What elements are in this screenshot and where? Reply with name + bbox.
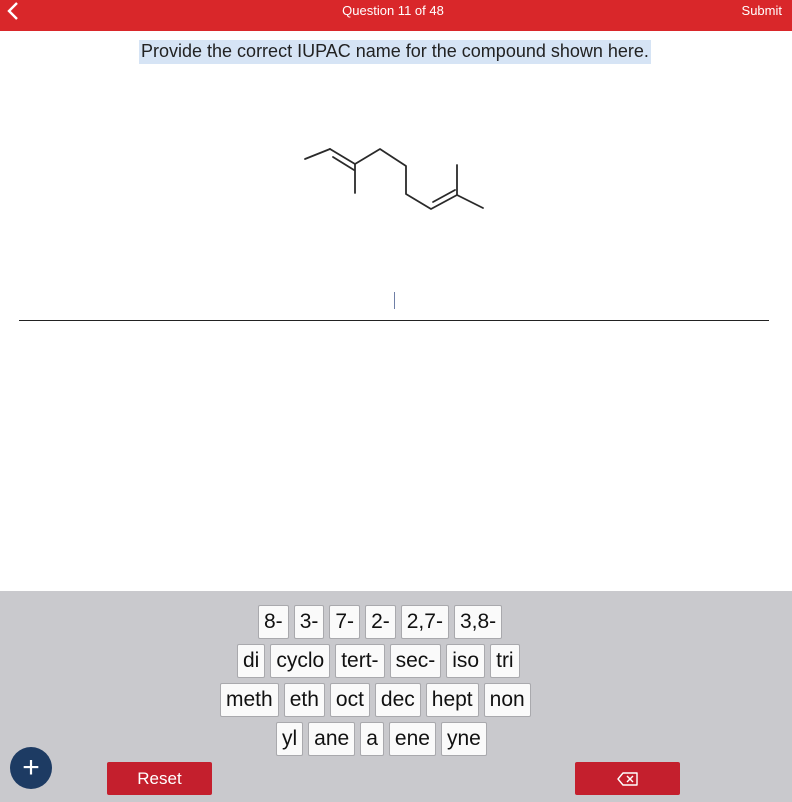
- delete-button[interactable]: [575, 762, 680, 795]
- skeletal-bond: [456, 194, 484, 209]
- key-8[interactable]: 8-: [258, 605, 289, 639]
- backspace-icon: [616, 771, 638, 786]
- skeletal-bond: [354, 148, 458, 210]
- key-oct[interactable]: oct: [329, 683, 370, 717]
- skeletal-double-bond: [432, 189, 456, 203]
- key-a[interactable]: a: [360, 722, 384, 756]
- key-3-8[interactable]: 3,8-: [453, 605, 503, 639]
- add-button[interactable]: +: [10, 747, 52, 789]
- key-row-1: 8- 3- 7- 2- 2,7- 3,8-: [258, 605, 503, 639]
- key-yne[interactable]: yne: [440, 722, 487, 756]
- key-2-7[interactable]: 2,7-: [400, 605, 449, 639]
- key-eth[interactable]: eth: [283, 683, 325, 717]
- text-cursor: [394, 292, 395, 309]
- skeletal-bond: [304, 148, 331, 160]
- plus-icon: +: [22, 751, 40, 784]
- key-iso[interactable]: iso: [446, 644, 486, 678]
- reset-button[interactable]: Reset: [107, 762, 212, 795]
- key-dec[interactable]: dec: [374, 683, 421, 717]
- key-row-2: di cyclo tert- sec- iso tri: [237, 644, 520, 678]
- key-ane[interactable]: ane: [308, 722, 356, 756]
- answer-line: [19, 320, 769, 321]
- key-ene[interactable]: ene: [388, 722, 436, 756]
- key-2[interactable]: 2-: [365, 605, 396, 639]
- key-meth[interactable]: meth: [220, 683, 279, 717]
- key-7[interactable]: 7-: [329, 605, 361, 639]
- compound-structure: [304, 148, 484, 210]
- key-yl[interactable]: yl: [276, 722, 304, 756]
- key-cyclo[interactable]: cyclo: [270, 644, 331, 678]
- key-hept[interactable]: hept: [425, 683, 479, 717]
- key-row-3: meth eth oct dec hept non: [220, 683, 531, 717]
- key-non[interactable]: non: [483, 683, 531, 717]
- key-di[interactable]: di: [237, 644, 266, 678]
- key-sec[interactable]: sec-: [389, 644, 442, 678]
- skeletal-double-bond: [332, 156, 355, 171]
- key-row-4: yl ane a ene yne: [276, 722, 487, 756]
- key-3[interactable]: 3-: [293, 605, 325, 639]
- key-tri[interactable]: tri: [490, 644, 520, 678]
- key-tert[interactable]: tert-: [335, 644, 385, 678]
